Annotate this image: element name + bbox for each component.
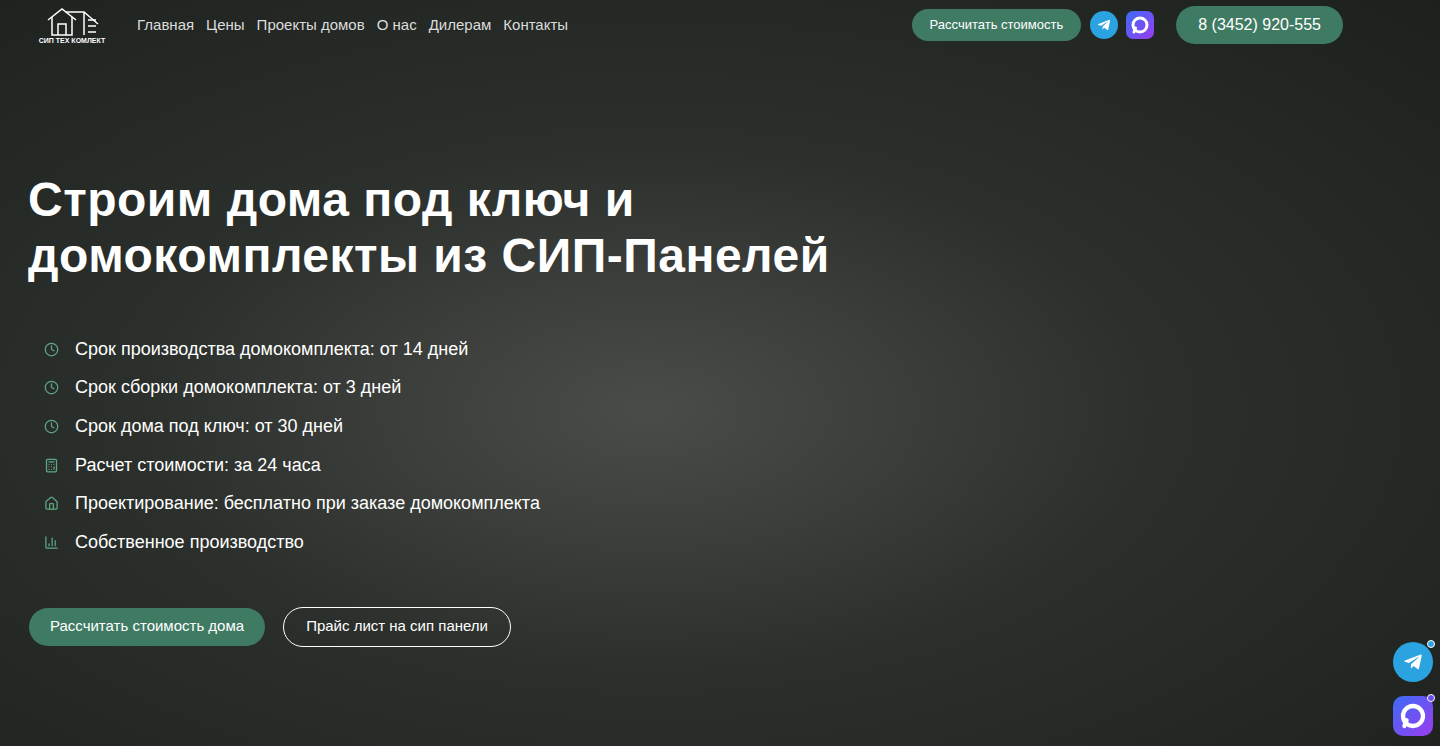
feature-item: Срок дома под ключ: от 30 дней: [44, 407, 540, 446]
feature-item: Проектирование: бесплатно при заказе дом…: [44, 484, 540, 523]
calculator-icon: [44, 458, 59, 473]
price-list-button[interactable]: Прайс лист на сип панели: [283, 607, 511, 647]
max-icon: [1126, 11, 1154, 39]
feature-item: Собственное производство: [44, 523, 540, 562]
feature-text: Проектирование: бесплатно при заказе дом…: [75, 490, 540, 517]
hero-title-line: Строим дома под ключ и: [28, 172, 830, 228]
hero-content: Строим дома под ключ идомокомплекты из С…: [0, 50, 1440, 647]
feature-item: Срок производства домокомплекта: от 14 д…: [44, 330, 540, 369]
notification-dot: [1427, 694, 1435, 702]
notification-dot: [1427, 640, 1435, 648]
telegram-link[interactable]: [1090, 11, 1118, 39]
feature-text: Срок сборки домокомплекта: от 3 дней: [75, 374, 401, 401]
telegram-icon: [1403, 652, 1423, 672]
hero-buttons: Рассчитать стоимость дома Прайс лист на с…: [29, 607, 511, 647]
logo[interactable]: СИП ТЕХ КОМЛЕКТ: [32, 6, 112, 45]
hero-title-line: домокомплекты из СИП-Панелей: [28, 228, 830, 284]
phone-button[interactable]: 8 (3452) 920-555: [1176, 6, 1343, 44]
calculate-house-button[interactable]: Рассчитать стоимость дома: [29, 608, 265, 646]
feature-text: Собственное производство: [75, 529, 304, 556]
clock-icon: [44, 419, 59, 434]
nav-link[interactable]: Контакты: [503, 14, 568, 37]
feature-item: Срок сборки домокомплекта: от 3 дней: [44, 369, 540, 408]
calculate-button[interactable]: Рассчитать стоимость: [912, 9, 1082, 41]
feature-text: Срок дома под ключ: от 30 дней: [75, 413, 343, 440]
house-icon: [44, 496, 59, 511]
chart-icon: [44, 535, 59, 550]
max-float-icon: [1393, 696, 1433, 736]
site-header: СИП ТЕХ КОМЛЕКТ Главная Цены Проекты домов О…: [0, 0, 1440, 50]
floating-telegram[interactable]: [1393, 642, 1433, 682]
max-link[interactable]: [1126, 11, 1154, 39]
nav-link[interactable]: О нас: [377, 14, 417, 37]
main-nav: Главная Цены Проекты домов О нас Дилерам Конт…: [137, 14, 568, 37]
nav-link[interactable]: Главная: [137, 14, 194, 37]
house-logo-icon: [44, 6, 100, 36]
feature-text: Расчет стоимости: за 24 часа: [75, 452, 321, 479]
logo-text: СИП ТЕХ КОМЛЕКТ: [39, 36, 105, 45]
telegram-icon: [1097, 18, 1111, 32]
hero-title: Строим дома под ключ идомокомплекты из С…: [28, 172, 830, 284]
clock-icon: [44, 380, 59, 395]
floating-contacts: [1393, 642, 1433, 736]
header-actions: Рассчитать стоимость 8 (3452) 920-555: [912, 6, 1343, 44]
clock-icon: [44, 342, 59, 357]
feature-text: Срок производства домокомплекта: от 14 д…: [75, 336, 468, 363]
hero-page: СИП ТЕХ КОМЛЕКТ Главная Цены Проекты домов О…: [0, 0, 1440, 746]
floating-max[interactable]: [1393, 696, 1433, 736]
nav-link[interactable]: Проекты домов: [257, 14, 365, 37]
feature-item: Расчет стоимости: за 24 часа: [44, 446, 540, 485]
feature-list: Срок производства домокомплекта: от 14 д…: [44, 330, 540, 562]
nav-link[interactable]: Цены: [206, 14, 245, 37]
nav-link[interactable]: Дилерам: [429, 14, 492, 37]
